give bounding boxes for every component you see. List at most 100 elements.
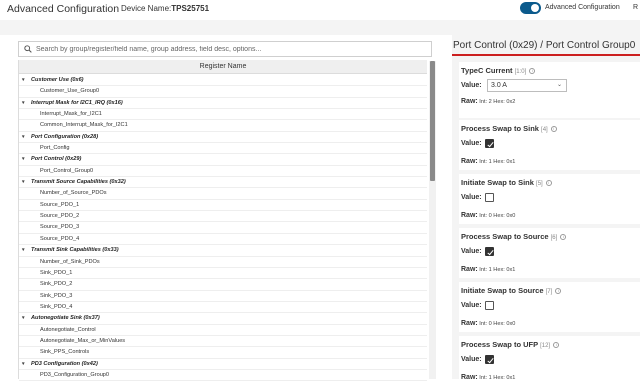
raw-value: Raw: Int: 1 Hex: 0x1 (461, 158, 515, 165)
tree-register-row[interactable]: Common_Interrupt_Mask_for_I2C1 (19, 120, 427, 132)
tree-register-row[interactable]: Interrupt_Mask_for_I2C1 (19, 109, 427, 121)
tree-row-label: Customer_Use_Group0 (40, 88, 100, 95)
device-name-label: Device Name: (121, 4, 172, 13)
field-card: Initiate Swap to Source [7] i Value: Raw: … (459, 282, 640, 332)
tree-register-row[interactable]: Sink_PDO_3 (19, 291, 427, 302)
field-checkbox[interactable] (485, 301, 494, 310)
info-icon[interactable]: i (550, 126, 557, 133)
chevron-down-icon[interactable]: ▾ (22, 154, 25, 165)
field-checkbox[interactable] (485, 193, 494, 202)
tree-group-row[interactable]: ▾ Transmit Source Capabilities (0x32) (19, 177, 427, 189)
raw-text: Int: 1 Hex: 0x1 (479, 267, 516, 273)
tree-row-label: Sink_PDO_4 (40, 303, 73, 310)
field-bits: [1:0] (514, 69, 527, 75)
tree-row-label: Interrupt Mask for I2C1_IRQ (0x16) (31, 99, 123, 106)
typec-current-selected: 3.0 A (491, 82, 507, 89)
device-name-value: TPS25751 (171, 4, 210, 13)
search-input[interactable] (36, 43, 426, 55)
field-checkbox[interactable] (485, 355, 494, 364)
raw-text: Int: 1 Hex: 0x1 (479, 159, 516, 165)
chevron-down-icon[interactable]: ▾ (22, 245, 25, 256)
tree-register-row[interactable]: Autonegotiate_Control (19, 325, 427, 336)
tree-register-row[interactable]: Sink_PPS_Controls (19, 347, 427, 359)
chevron-down-icon: ⌄ (556, 82, 562, 88)
info-icon[interactable]: i (553, 342, 560, 349)
advanced-configuration-toggle[interactable] (520, 2, 541, 14)
tree-row-label: PD3_Configuration_Group0 (40, 371, 110, 378)
search-box[interactable] (18, 41, 432, 57)
field-title-text: Initiate Swap to Sink (461, 178, 534, 187)
raw-value: Raw: Int: 2 Hex: 0x2 (461, 98, 515, 105)
tree-register-row[interactable]: Source_PDO_4 (19, 234, 427, 246)
field-checkbox[interactable] (485, 139, 494, 148)
chevron-down-icon[interactable]: ▾ (22, 132, 25, 143)
tree-row-label: Interrupt_Mask_for_I2C1 (40, 111, 102, 118)
field-title: Process Swap to UFP [12] i (461, 340, 560, 349)
field-card: Initiate Swap to Sink [5] i Value: Raw: In… (459, 174, 640, 224)
info-icon[interactable]: i (529, 68, 536, 75)
raw-text: Int: 1 Hex: 0x1 (479, 375, 516, 381)
raw-text: Int: 2 Hex: 0x2 (479, 99, 516, 105)
raw-label: Raw: (461, 212, 478, 219)
tree-register-row[interactable]: Sink_PDO_2 (19, 279, 427, 291)
tree-row-label: Source_PDO_3 (40, 224, 80, 231)
field-title-text: Process Swap to Sink (461, 124, 539, 133)
tree-row-label: Source_PDO_1 (40, 201, 80, 208)
raw-label: Raw: (461, 266, 478, 273)
tree-row-label: PD3 Configuration (0x42) (31, 360, 98, 367)
tree-group-row[interactable]: ▾ Port Configuration (0x28) (19, 132, 427, 144)
chevron-down-icon[interactable]: ▾ (22, 75, 25, 86)
register-tree-rows: ▾ Customer Use (0x6) Customer_Use_Group0 ▾ I… (19, 75, 427, 382)
tree-register-row[interactable]: Source_PDO_3 (19, 222, 427, 234)
raw-value: Raw: Int: 0 Hex: 0x0 (461, 212, 515, 219)
tree-register-row[interactable]: Autonegotiate_Max_or_MinValues (19, 336, 427, 348)
tree-group-row[interactable]: ▾ Transmit Sink Capabilities (0x33) (19, 245, 427, 257)
field-bits: [7] (545, 289, 553, 295)
raw-value: Raw: Int: 1 Hex: 0x1 (461, 374, 515, 381)
field-title-text: Process Swap to UFP (461, 340, 538, 349)
chevron-down-icon[interactable]: ▾ (22, 359, 25, 370)
scrollbar-thumb[interactable] (430, 61, 435, 181)
field-bits: [4] (541, 127, 548, 133)
tree-register-row[interactable]: Customer_Use_Group0 (19, 86, 427, 98)
tree-scrollbar[interactable] (429, 61, 436, 379)
tree-register-row[interactable]: Source_PDO_2 (19, 211, 427, 223)
tree-group-row[interactable]: ▾ Customer Use (0x6) (19, 75, 427, 87)
tree-register-row[interactable]: Number_of_Source_PDOs (19, 188, 427, 200)
tree-row-label: Port_Control_Group0 (40, 167, 94, 174)
tree-register-row[interactable]: Port_Config (19, 143, 427, 155)
tree-row-label: Customer Use (0x6) (31, 77, 84, 83)
search-icon (24, 45, 32, 53)
tree-register-row[interactable]: PD3_Configuration_Group0 (19, 370, 427, 382)
tree-register-row[interactable]: Port_Control_Group0 (19, 166, 427, 178)
field-title: TypeC Current [1:0] i (461, 66, 536, 75)
typec-current-select[interactable]: 3.0 A ⌄ (487, 79, 567, 92)
tree-row-label: Sink_PDO_2 (40, 281, 73, 288)
tree-register-row[interactable]: Sink_PDO_4 (19, 302, 427, 314)
chevron-down-icon[interactable]: ▾ (22, 98, 25, 109)
tree-group-row[interactable]: ▾ Interrupt Mask for I2C1_IRQ (0x16) (19, 98, 427, 110)
tree-row-label: Port Configuration (0x28) (31, 133, 99, 140)
tree-register-row[interactable]: Sink_PDO_1 (19, 268, 427, 280)
tree-group-row[interactable]: ▾ Autonegotiate Sink (0x37) (19, 313, 427, 325)
value-label: Value: (461, 140, 482, 147)
tree-row-label: Sink_PPS_Controls (40, 349, 90, 356)
tree-register-row[interactable]: Source_PDO_1 (19, 200, 427, 212)
tree-row-label: Port_Config (40, 145, 70, 152)
field-title-text: Initiate Swap to Source (461, 286, 544, 295)
raw-text: Int: 0 Hex: 0x0 (479, 321, 516, 327)
chevron-down-icon[interactable]: ▾ (22, 313, 25, 324)
tree-group-row[interactable]: ▾ PD3 Configuration (0x42) (19, 359, 427, 370)
raw-label: Raw: (461, 374, 478, 381)
info-icon[interactable]: i (555, 288, 562, 295)
header-cut-text: R (633, 4, 639, 11)
chevron-down-icon[interactable]: ▾ (22, 177, 25, 188)
field-title: Process Swap to Source [6] i (461, 232, 567, 241)
app-header: Advanced Configuration Device Name:TPS25… (0, 0, 640, 20)
tree-group-row[interactable]: ▾ Port Control (0x29) (19, 154, 427, 166)
field-title: Initiate Swap to Source [7] i (461, 286, 562, 295)
info-icon[interactable]: i (560, 234, 567, 241)
info-icon[interactable]: i (545, 180, 552, 187)
field-checkbox[interactable] (485, 247, 494, 256)
tree-register-row[interactable]: Number_of_Sink_PDOs (19, 257, 427, 268)
